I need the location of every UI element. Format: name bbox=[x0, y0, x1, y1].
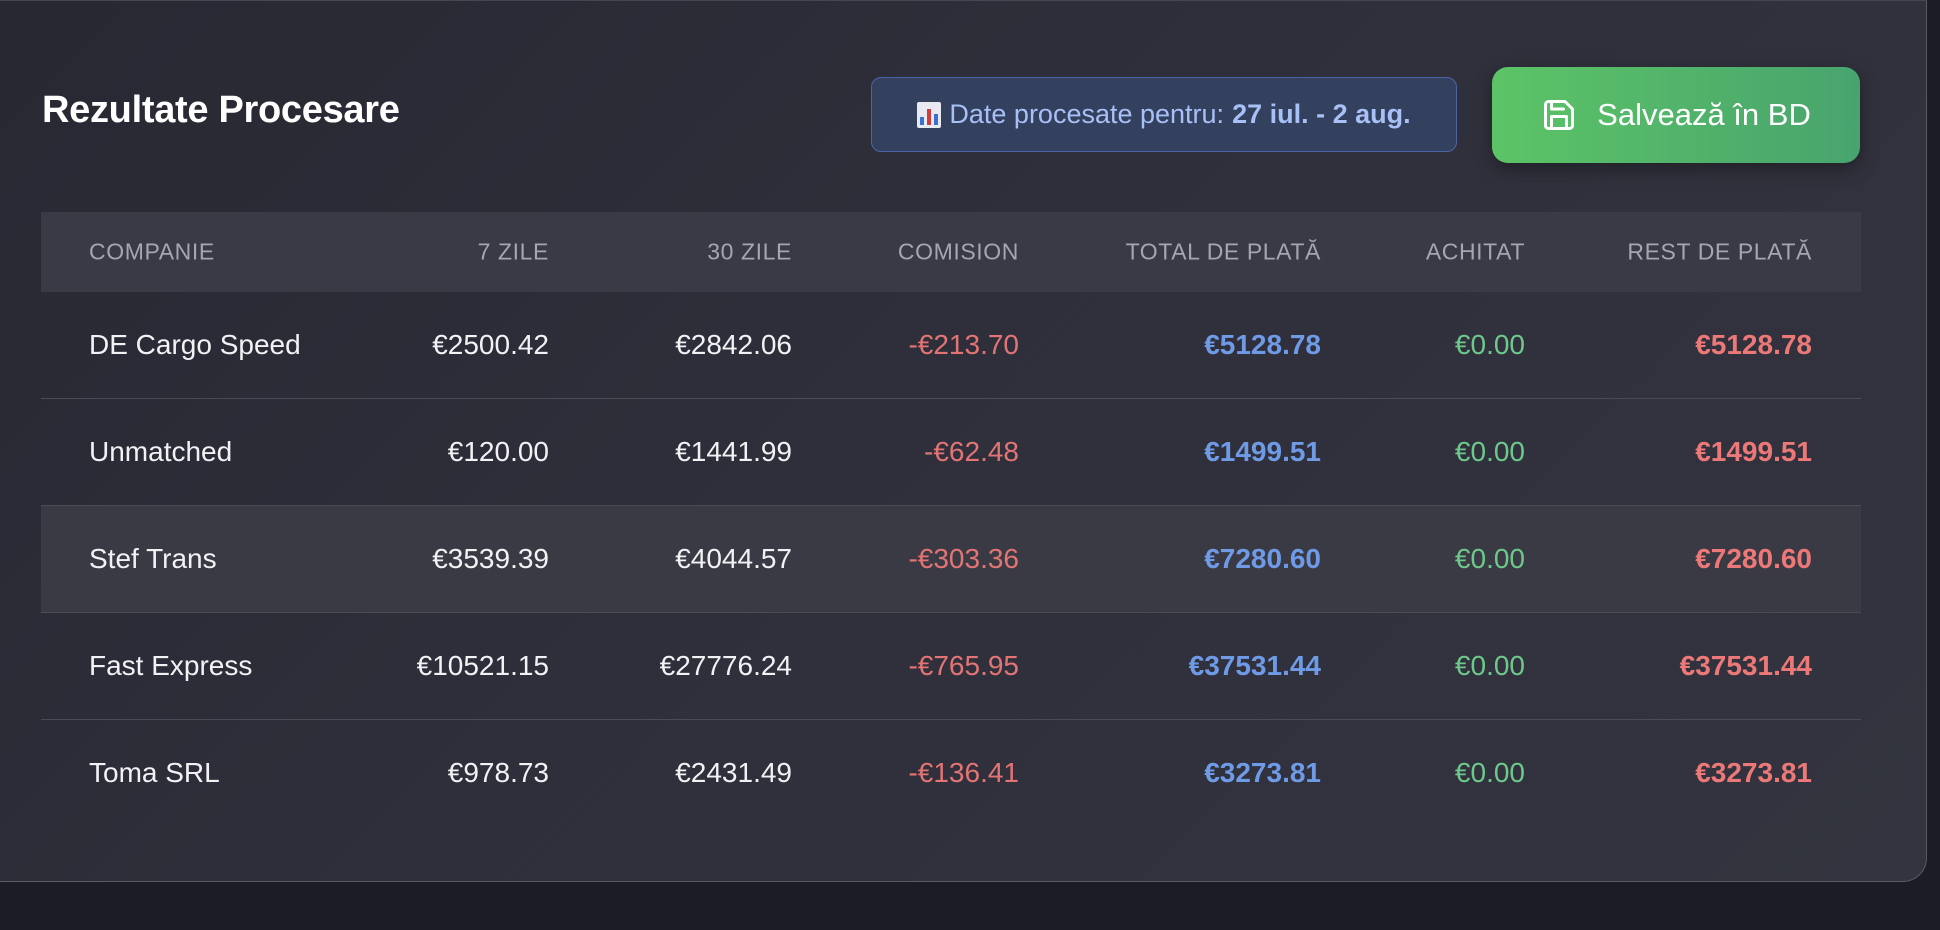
cell-30-days: €2842.06 bbox=[675, 329, 792, 360]
cell-company: Fast Express bbox=[89, 650, 253, 681]
table-row[interactable]: Unmatched €120.00 €1441.99 -€62.48 €1499… bbox=[41, 399, 1861, 506]
cell-7-days: €3539.39 bbox=[432, 543, 549, 574]
date-range: 27 iul. - 2 aug. bbox=[1232, 99, 1411, 129]
cell-paid: €0.00 bbox=[1454, 650, 1525, 681]
cell-30-days: €1441.99 bbox=[675, 436, 792, 467]
cell-commission: -€303.36 bbox=[908, 543, 1019, 574]
cell-30-days: €4044.57 bbox=[675, 543, 792, 574]
column-header-company[interactable]: COMPANIE bbox=[89, 239, 215, 266]
cell-paid: €0.00 bbox=[1454, 543, 1525, 574]
table-row[interactable]: Toma SRL €978.73 €2431.49 -€136.41 €3273… bbox=[41, 720, 1861, 826]
cell-paid: €0.00 bbox=[1454, 329, 1525, 360]
cell-company: Toma SRL bbox=[89, 757, 220, 788]
cell-30-days: €2431.49 bbox=[675, 757, 792, 788]
cell-total: €7280.60 bbox=[1204, 543, 1321, 574]
column-header-paid[interactable]: ACHITAT bbox=[1426, 239, 1525, 266]
cell-commission: -€765.95 bbox=[908, 650, 1019, 681]
cell-commission: -€62.48 bbox=[924, 436, 1019, 467]
cell-7-days: €10521.15 bbox=[416, 650, 549, 681]
table-row-hovered[interactable]: Stef Trans €3539.39 €4044.57 -€303.36 €7… bbox=[41, 506, 1861, 613]
cell-commission: -€136.41 bbox=[908, 757, 1019, 788]
cell-company: DE Cargo Speed bbox=[89, 329, 301, 360]
save-button-label: Salvează în BD bbox=[1597, 97, 1811, 132]
table-row[interactable]: DE Cargo Speed €2500.42 €2842.06 -€213.7… bbox=[41, 292, 1861, 399]
cell-paid: €0.00 bbox=[1454, 757, 1525, 788]
cell-7-days: €978.73 bbox=[447, 757, 549, 788]
cell-rest: €37531.44 bbox=[1679, 650, 1812, 681]
column-header-total[interactable]: TOTAL DE PLATĂ bbox=[1126, 239, 1321, 266]
date-prefix: Date procesate pentru: bbox=[949, 99, 1225, 129]
date-range-badge: Date procesate pentru: 27 iul. - 2 aug. bbox=[871, 77, 1457, 152]
cell-commission: -€213.70 bbox=[908, 329, 1019, 360]
cell-company: Stef Trans bbox=[89, 543, 217, 574]
page-title: Rezultate Procesare bbox=[42, 89, 400, 131]
column-header-rest[interactable]: REST DE PLATĂ bbox=[1627, 239, 1812, 266]
cell-rest: €1499.51 bbox=[1695, 436, 1812, 467]
column-header-commission[interactable]: COMISION bbox=[898, 239, 1019, 266]
results-table: COMPANIE 7 ZILE 30 ZILE COMISION TOTAL D… bbox=[41, 212, 1861, 826]
bar-chart-emoji-icon bbox=[917, 101, 942, 128]
cell-total: €1499.51 bbox=[1204, 436, 1321, 467]
cell-total: €5128.78 bbox=[1204, 329, 1321, 360]
cell-7-days: €120.00 bbox=[447, 436, 549, 467]
table-header: COMPANIE 7 ZILE 30 ZILE COMISION TOTAL D… bbox=[41, 212, 1861, 292]
results-card: Rezultate Procesare Date procesate pentr… bbox=[0, 0, 1927, 882]
column-header-7-days[interactable]: 7 ZILE bbox=[478, 239, 549, 266]
cell-7-days: €2500.42 bbox=[432, 329, 549, 360]
table-row[interactable]: Fast Express €10521.15 €27776.24 -€765.9… bbox=[41, 613, 1861, 720]
cell-rest: €5128.78 bbox=[1695, 329, 1812, 360]
cell-paid: €0.00 bbox=[1454, 436, 1525, 467]
cell-total: €3273.81 bbox=[1204, 757, 1321, 788]
cell-rest: €7280.60 bbox=[1695, 543, 1812, 574]
cell-rest: €3273.81 bbox=[1695, 757, 1812, 788]
cell-total: €37531.44 bbox=[1188, 650, 1321, 681]
cell-30-days: €27776.24 bbox=[659, 650, 792, 681]
floppy-disk-icon bbox=[1541, 97, 1577, 133]
save-to-db-button[interactable]: Salvează în BD bbox=[1492, 67, 1860, 163]
column-header-30-days[interactable]: 30 ZILE bbox=[707, 239, 792, 266]
cell-company: Unmatched bbox=[89, 436, 233, 467]
